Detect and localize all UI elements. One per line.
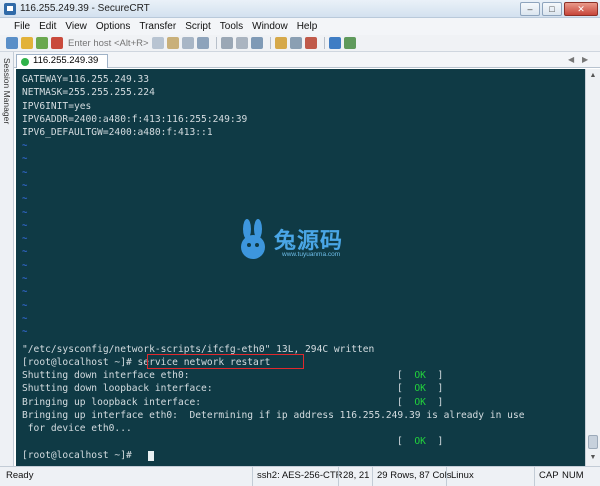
menu-window[interactable]: Window: [252, 21, 288, 32]
connected-status-icon: [21, 58, 29, 66]
ok-status: [ OK ]: [397, 397, 444, 408]
session-manager-panel[interactable]: Session Manager: [0, 52, 14, 466]
status-bar: Ready ssh2: AES-256-CTR 28, 21 29 Rows, …: [0, 466, 600, 486]
copy-icon[interactable]: [152, 37, 164, 49]
vim-tilde-line: ~: [22, 220, 28, 231]
reconnect-icon[interactable]: [36, 37, 48, 49]
menu-tools[interactable]: Tools: [220, 21, 243, 32]
terminal-output[interactable]: GATEWAY=116.255.249.33 NETMASK=255.255.2…: [16, 69, 585, 466]
connect-icon[interactable]: [6, 37, 18, 49]
menu-bar: File Edit View Options Transfer Script T…: [0, 18, 600, 35]
output-line: Shutting down loopback interface:: [22, 383, 213, 394]
output-line: Bringing up interface eth0: Determining …: [22, 410, 525, 421]
help-icon[interactable]: [329, 37, 341, 49]
vim-tilde-line: ~: [22, 300, 28, 311]
vim-tilde-line: ~: [22, 247, 28, 258]
menu-edit[interactable]: Edit: [39, 21, 56, 32]
tab-scroll-right-icon[interactable]: ▶: [582, 55, 588, 64]
terminal-line: NETMASK=255.255.255.224: [22, 87, 155, 98]
menu-view[interactable]: View: [65, 21, 87, 32]
find-icon[interactable]: [197, 37, 209, 49]
final-prompt: [root@localhost ~]#: [22, 450, 138, 461]
scroll-up-icon[interactable]: ▲: [588, 71, 598, 81]
watermark: 兔源码 www.tuyuanma.com: [236, 219, 386, 269]
session-tab-label: 116.255.249.39: [33, 55, 99, 66]
sftp-icon[interactable]: [344, 37, 356, 49]
terminal-scrollbar[interactable]: ▲ ▼: [585, 69, 600, 466]
status-os: Linux: [446, 467, 474, 486]
vim-tilde-line: ~: [22, 274, 28, 284]
menu-script[interactable]: Script: [185, 21, 211, 32]
toolbar-separator: [324, 37, 325, 49]
minimize-button[interactable]: –: [520, 1, 540, 16]
shell-prompt: [root@localhost ~]#: [22, 357, 138, 368]
status-terminal-size: 29 Rows, 87 Cols: [372, 467, 451, 486]
watermark-url: www.tuyuanma.com: [282, 251, 341, 258]
rabbit-logo-icon: [241, 219, 265, 259]
script-icon[interactable]: [305, 37, 317, 49]
session-options-icon[interactable]: [275, 37, 287, 49]
vim-tilde-line: ~: [22, 287, 28, 298]
command-highlight-box: [147, 354, 304, 369]
window-title: 116.255.249.39 - SecureCRT: [20, 3, 150, 14]
status-num-lock: NUM: [562, 470, 584, 481]
vim-tilde-line: ~: [22, 180, 28, 191]
vim-tilde-line: ~: [22, 194, 28, 205]
status-ready: Ready: [6, 470, 34, 481]
copy-paste-icon[interactable]: [182, 37, 194, 49]
vim-tilde-line: ~: [22, 207, 28, 218]
vim-tilde-line: ~: [22, 167, 28, 178]
toolbar: [0, 35, 600, 52]
output-line: Bringing up loopback interface:: [22, 397, 202, 408]
vim-tilde-line: ~: [22, 260, 28, 271]
close-button[interactable]: ✕: [564, 1, 598, 16]
session-manager-label[interactable]: Session Manager: [2, 58, 12, 124]
terminal-cursor: [148, 451, 154, 461]
vim-tilde-line: ~: [22, 234, 28, 245]
vim-tilde-line: ~: [22, 313, 28, 324]
print-selection-icon[interactable]: [236, 37, 248, 49]
host-input[interactable]: [66, 36, 152, 50]
scroll-down-icon[interactable]: ▼: [588, 453, 598, 463]
quick-connect-icon[interactable]: [21, 37, 33, 49]
tftp-icon[interactable]: [251, 37, 263, 49]
menu-transfer[interactable]: Transfer: [139, 21, 176, 32]
vim-tilde-line: ~: [22, 154, 28, 165]
menu-help[interactable]: Help: [297, 21, 318, 32]
status-cursor-position: 28, 21: [338, 467, 369, 486]
status-caps-lock: CAP: [534, 467, 559, 486]
vim-tilde-line: ~: [22, 141, 28, 151]
tab-scroll-left-icon[interactable]: ◀: [568, 55, 574, 64]
toolbar-separator: [216, 37, 217, 49]
status-cipher: ssh2: AES-256-CTR: [252, 467, 343, 486]
toolbar-separator: [270, 37, 271, 49]
tab-bar: 116.255.249.39 ◀ ▶: [14, 52, 600, 68]
terminal-line: IPV6ADDR=2400:a480:f:413:116:255:249:39: [22, 114, 248, 125]
securecrt-app-icon[interactable]: [4, 2, 16, 15]
scroll-thumb[interactable]: [588, 435, 598, 449]
menu-file[interactable]: File: [14, 21, 30, 32]
terminal-line: IPV6INIT=yes: [22, 101, 92, 112]
menu-options[interactable]: Options: [96, 21, 130, 32]
output-line: Shutting down interface eth0:: [22, 370, 190, 381]
title-bar: 116.255.249.39 - SecureCRT – □ ✕: [0, 0, 600, 18]
paste-icon[interactable]: [167, 37, 179, 49]
disconnect-icon[interactable]: [51, 37, 63, 49]
ok-status: [ OK ]: [397, 436, 444, 447]
output-line: for device eth0...: [22, 423, 132, 434]
keymap-icon[interactable]: [290, 37, 302, 49]
session-tab[interactable]: 116.255.249.39: [16, 54, 108, 68]
maximize-button[interactable]: □: [542, 1, 562, 16]
print-icon[interactable]: [221, 37, 233, 49]
terminal-line: GATEWAY=116.255.249.33: [22, 74, 150, 85]
ok-status: [ OK ]: [397, 370, 444, 381]
vim-tilde-line: ~: [22, 327, 28, 338]
ok-status: [ OK ]: [397, 383, 444, 394]
terminal-line: IPV6_DEFAULTGW=2400:a480:f:413::1: [22, 127, 213, 138]
